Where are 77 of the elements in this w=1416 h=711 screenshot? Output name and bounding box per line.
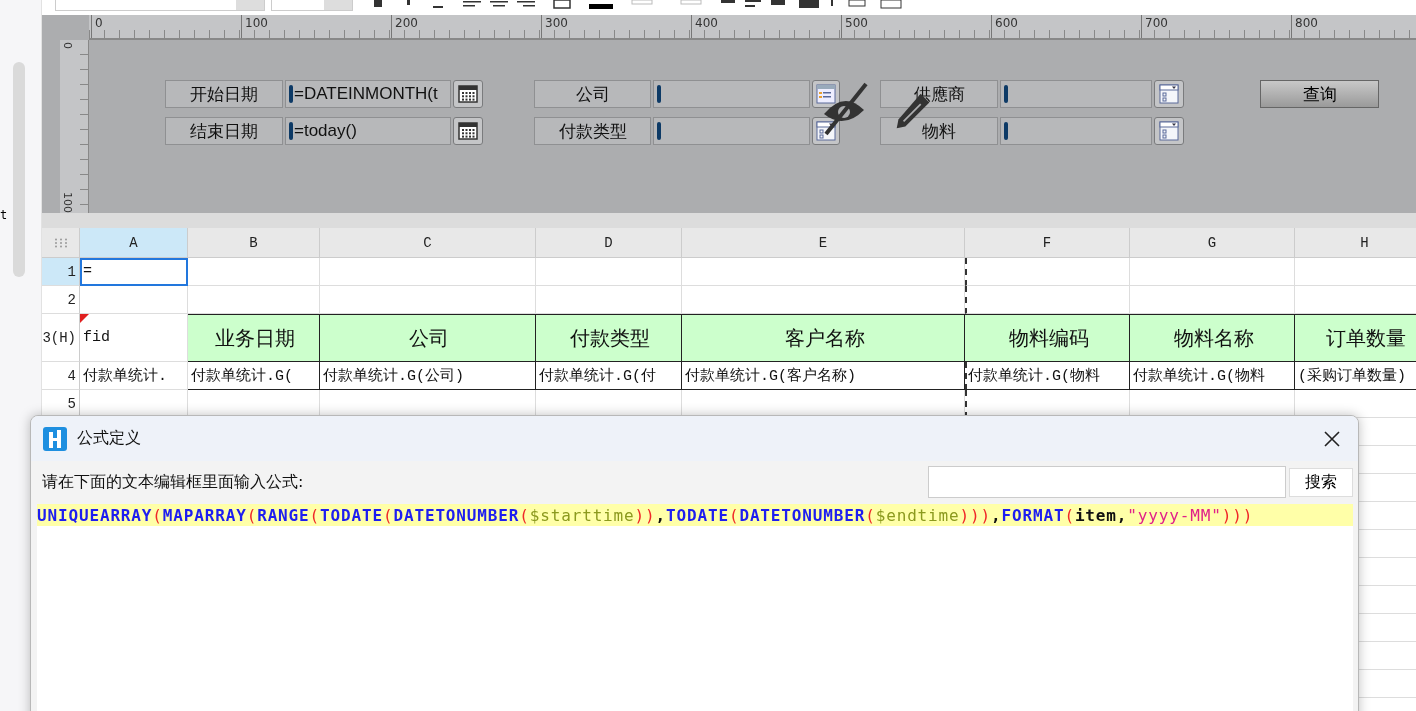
close-icon[interactable]: [1323, 429, 1341, 448]
column-header[interactable]: E: [682, 228, 965, 258]
table-cell[interactable]: 付款单统计.G(公司): [320, 362, 536, 390]
table-cell[interactable]: [536, 258, 682, 286]
parameter-label: 结束日期: [165, 117, 283, 145]
column-header[interactable]: A: [80, 228, 188, 258]
parameter-label: 付款类型: [534, 117, 651, 145]
ruler-label: 200: [391, 15, 541, 38]
search-button[interactable]: 搜索: [1289, 467, 1353, 497]
parameter-field[interactable]: [1000, 117, 1152, 145]
row-header[interactable]: 1: [42, 258, 80, 286]
ruler-label: 100: [61, 192, 74, 213]
ruler-label: 600: [991, 15, 1141, 38]
table-cell[interactable]: (采购订单数量): [1295, 362, 1416, 390]
table-cell[interactable]: 付款单统计.G(付: [536, 362, 682, 390]
dialog-title: 公式定义: [77, 428, 141, 449]
ruler-label: 300: [541, 15, 691, 38]
table-cell[interactable]: 付款单统计.: [80, 362, 188, 390]
table-cell[interactable]: [320, 258, 536, 286]
border-icon[interactable]: [553, 0, 571, 10]
table-cell[interactable]: 客户名称: [682, 314, 965, 362]
table-cell[interactable]: =: [80, 258, 188, 286]
table-cell[interactable]: 付款单统计.G(物料: [1130, 362, 1295, 390]
table-cell[interactable]: 付款单统计.G(客户名称): [682, 362, 965, 390]
tree-select-button[interactable]: [812, 80, 840, 108]
table-cell[interactable]: 订单数量: [1295, 314, 1416, 362]
calendar-button[interactable]: [453, 117, 483, 145]
column-header[interactable]: C: [320, 228, 536, 258]
column-header[interactable]: B: [188, 228, 320, 258]
ruler-label: 100: [241, 15, 391, 38]
table-cell[interactable]: [682, 258, 965, 286]
select-all-handle[interactable]: [42, 228, 80, 258]
table-cell[interactable]: 付款单统计.G(: [188, 362, 320, 390]
grid-dots-icon: [53, 237, 68, 248]
font-size-dropdown[interactable]: [271, 0, 353, 11]
font-dropdown[interactable]: [55, 0, 265, 11]
table-cell[interactable]: 付款类型: [536, 314, 682, 362]
align-icons[interactable]: [463, 0, 535, 10]
table-cell[interactable]: 付款单统计.G(物料: [965, 362, 1130, 390]
column-header[interactable]: H: [1295, 228, 1416, 258]
table-cell[interactable]: [80, 286, 188, 314]
panel-text: t: [0, 208, 8, 222]
ruler-label: 0: [91, 15, 241, 38]
calendar-button[interactable]: [453, 80, 483, 108]
formula-editor[interactable]: UNIQUEARRAY(MAPARRAY(RANGE(TODATE(DATETONUMBER($starttime)),TODATE(DATETONUMBER($endtime))),FORMAT(item,"yyyy-MM"))): [37, 504, 1353, 711]
row-header[interactable]: 4: [42, 362, 80, 390]
ruler-label: 800: [1291, 15, 1416, 38]
table-cell[interactable]: 业务日期: [188, 314, 320, 362]
search-field[interactable]: [928, 466, 1286, 498]
row-header[interactable]: 2: [42, 286, 80, 314]
parameter-field[interactable]: =DATEINMONTH(t: [285, 80, 451, 108]
scrollbar[interactable]: [13, 62, 25, 277]
table-cell[interactable]: [1130, 258, 1295, 286]
ruler-label: 700: [1141, 15, 1291, 38]
ruler-label: 0: [61, 42, 74, 49]
parameter-label: 物料: [880, 117, 998, 145]
parameter-field[interactable]: =today(): [285, 117, 451, 145]
prompt-text: 请在下面的文本编辑框里面输入公式:: [42, 471, 304, 493]
column-header[interactable]: G: [1130, 228, 1295, 258]
ruler-label: 500: [841, 15, 991, 38]
column-header[interactable]: D: [536, 228, 682, 258]
query-button[interactable]: 查询: [1260, 80, 1379, 108]
ruler-label: 400: [691, 15, 841, 38]
splitter-bar[interactable]: [42, 213, 1416, 228]
table-cell[interactable]: [965, 258, 1130, 286]
app-logo-icon: [43, 426, 67, 451]
parameter-field[interactable]: [1000, 80, 1152, 108]
parameter-label: 开始日期: [165, 80, 283, 108]
parameter-label: 公司: [534, 80, 651, 108]
table-cell[interactable]: 物料名称: [1130, 314, 1295, 362]
table-cell[interactable]: 公司: [320, 314, 536, 362]
parameter-field[interactable]: [653, 117, 810, 145]
column-header[interactable]: F: [965, 228, 1130, 258]
table-cell[interactable]: [188, 258, 320, 286]
table-cell[interactable]: 物料编码: [965, 314, 1130, 362]
row-header[interactable]: 3(H): [42, 314, 80, 362]
parameter-field[interactable]: [653, 80, 810, 108]
